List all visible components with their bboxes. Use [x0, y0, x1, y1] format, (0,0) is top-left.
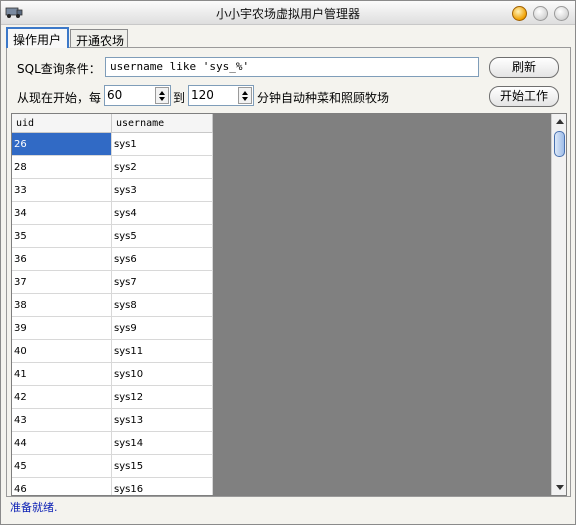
cell-uid[interactable]: 41 — [12, 363, 112, 385]
cell-uid[interactable]: 36 — [12, 248, 112, 270]
sql-query-label: SQL查询条件： — [17, 62, 101, 76]
spinner-arrows-icon[interactable] — [238, 87, 252, 104]
cell-username[interactable]: sys10 — [112, 363, 213, 385]
interval-from-value: 60 — [107, 88, 123, 102]
cell-uid[interactable]: 40 — [12, 340, 112, 362]
user-grid[interactable]: uid username 26 sys1 28 sys2 33 sys3 34 sys4 35 s… — [11, 113, 567, 496]
grid-table: uid username 26 sys1 28 sys2 33 sys3 34 sys4 35 s… — [12, 114, 213, 495]
table-row[interactable]: 33 sys3 — [12, 179, 213, 202]
cell-username[interactable]: sys9 — [112, 317, 213, 339]
cell-username[interactable]: sys4 — [112, 202, 213, 224]
table-row[interactable]: 37 sys7 — [12, 271, 213, 294]
cell-username[interactable]: sys16 — [112, 478, 213, 495]
cell-username[interactable]: sys3 — [112, 179, 213, 201]
cell-uid[interactable]: 28 — [12, 156, 112, 178]
scroll-up-icon[interactable] — [556, 119, 564, 124]
cell-uid[interactable]: 46 — [12, 478, 112, 495]
scroll-thumb[interactable] — [554, 131, 565, 157]
cell-uid[interactable]: 33 — [12, 179, 112, 201]
column-header-username[interactable]: username — [112, 114, 213, 133]
cell-uid[interactable]: 42 — [12, 386, 112, 408]
table-row[interactable]: 26 sys1 — [12, 133, 213, 156]
cell-uid[interactable]: 44 — [12, 432, 112, 454]
status-text: 准备就绪. — [10, 501, 58, 514]
cell-username[interactable]: sys5 — [112, 225, 213, 247]
table-row[interactable]: 42 sys12 — [12, 386, 213, 409]
cell-username[interactable]: sys14 — [112, 432, 213, 454]
cell-username[interactable]: sys8 — [112, 294, 213, 316]
grid-rows: 26 sys1 28 sys2 33 sys3 34 sys4 35 sys5 36 sys6 37 sy… — [12, 133, 213, 495]
cell-username[interactable]: sys13 — [112, 409, 213, 431]
table-row[interactable]: 46 sys16 — [12, 478, 213, 495]
app-window: 小小宇农场虚拟用户管理器 操作用户 开通农场 SQL查询条件： username… — [0, 0, 576, 525]
start-work-button[interactable]: 开始工作 — [489, 86, 559, 107]
cell-uid[interactable]: 39 — [12, 317, 112, 339]
grid-header: uid username — [12, 114, 213, 133]
maximize-button[interactable] — [533, 6, 548, 21]
interval-to-label: 到 — [173, 91, 186, 105]
window-title: 小小宇农场虚拟用户管理器 — [215, 7, 360, 21]
cell-username[interactable]: sys11 — [112, 340, 213, 362]
table-row[interactable]: 34 sys4 — [12, 202, 213, 225]
minimize-button[interactable] — [512, 6, 527, 21]
cell-uid[interactable]: 35 — [12, 225, 112, 247]
table-row[interactable]: 40 sys11 — [12, 340, 213, 363]
cell-uid[interactable]: 37 — [12, 271, 112, 293]
scroll-down-icon[interactable] — [556, 485, 564, 490]
column-header-uid[interactable]: uid — [12, 114, 112, 133]
schedule-prefix-label: 从现在开始，每 — [17, 91, 102, 105]
cell-uid[interactable]: 38 — [12, 294, 112, 316]
vertical-scrollbar[interactable] — [551, 114, 566, 495]
interval-from-spinner[interactable]: 60 — [104, 85, 171, 106]
interval-to-value: 120 — [191, 88, 214, 102]
table-row[interactable]: 35 sys5 — [12, 225, 213, 248]
cell-uid[interactable]: 26 — [12, 133, 112, 155]
spinner-arrows-icon[interactable] — [155, 87, 169, 104]
cell-uid[interactable]: 43 — [12, 409, 112, 431]
cell-username[interactable]: sys15 — [112, 455, 213, 477]
interval-to-spinner[interactable]: 120 — [188, 85, 254, 106]
table-row[interactable]: 41 sys10 — [12, 363, 213, 386]
tab-operate-users[interactable]: 操作用户 — [6, 27, 69, 48]
cell-uid[interactable]: 45 — [12, 455, 112, 477]
sql-query-input[interactable]: username like 'sys_%' — [105, 57, 479, 77]
table-row[interactable]: 38 sys8 — [12, 294, 213, 317]
tab-open-farm[interactable]: 开通农场 — [70, 29, 128, 48]
cell-username[interactable]: sys7 — [112, 271, 213, 293]
cell-username[interactable]: sys6 — [112, 248, 213, 270]
title-bar[interactable]: 小小宇农场虚拟用户管理器 — [1, 1, 575, 25]
close-button[interactable] — [554, 6, 569, 21]
cell-username[interactable]: sys2 — [112, 156, 213, 178]
table-row[interactable]: 39 sys9 — [12, 317, 213, 340]
cell-username[interactable]: sys12 — [112, 386, 213, 408]
table-row[interactable]: 36 sys6 — [12, 248, 213, 271]
schedule-suffix-label: 分钟自动种菜和照顾牧场 — [257, 91, 390, 105]
table-row[interactable]: 28 sys2 — [12, 156, 213, 179]
cell-username[interactable]: sys1 — [112, 133, 213, 155]
cell-uid[interactable]: 34 — [12, 202, 112, 224]
table-row[interactable]: 45 sys15 — [12, 455, 213, 478]
table-row[interactable]: 44 sys14 — [12, 432, 213, 455]
table-row[interactable]: 43 sys13 — [12, 409, 213, 432]
refresh-button[interactable]: 刷新 — [489, 57, 559, 78]
